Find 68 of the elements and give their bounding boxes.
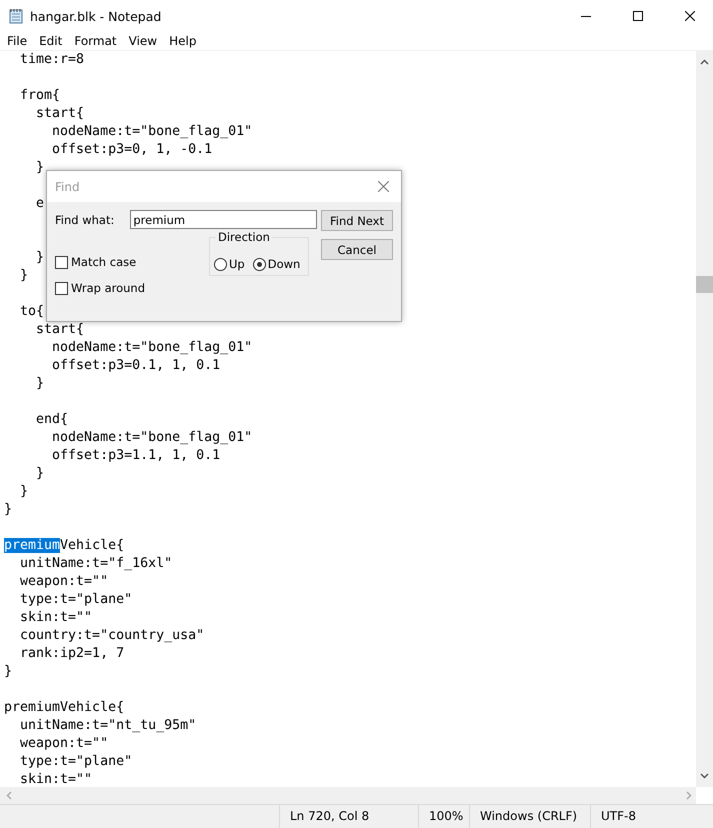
status-text: 100% (418, 805, 469, 828)
code-line: offset:p3=0.1, 1, 0.1 (51, 358, 220, 375)
code-line: premiumVehicle{ (4, 537, 124, 555)
code-line: } (35, 376, 44, 393)
code-line: start{ (35, 322, 84, 339)
code-line: } (4, 502, 12, 519)
code-line: } (35, 249, 44, 267)
code-line: nodeName:t="bone_flag_01" (51, 430, 252, 447)
find-next-button[interactable]: Find Next (321, 210, 393, 231)
code-line: premiumVehicle{ (4, 699, 124, 717)
radio-button[interactable] (214, 258, 227, 270)
checkbox[interactable] (55, 256, 68, 268)
maximize-icon (633, 11, 643, 21)
scroll-down-icon[interactable] (700, 773, 709, 779)
code-line: rank:ip2=1, 7 (19, 646, 124, 663)
code-line: unitName:t="nt_tu_95m" (19, 718, 196, 735)
scroll-right-icon[interactable] (686, 791, 692, 800)
menu-item[interactable]: File (1, 32, 34, 50)
code-line: skin:t="" (19, 610, 92, 627)
code-line: } (4, 664, 12, 681)
menu-item[interactable]: Format (68, 32, 123, 50)
code-line: } (19, 268, 28, 285)
menu-item[interactable]: View (122, 32, 164, 50)
status-text: Windows (CRLF) (469, 805, 590, 828)
code-line: nodeName:t="bone_flag_01" (51, 340, 252, 357)
menu-item[interactable]: Help (163, 32, 202, 50)
scroll-left-icon[interactable] (6, 791, 12, 800)
checkbox-label: Match case (71, 255, 136, 269)
code-line: time:r=8 (19, 52, 84, 69)
code-line: nodeName:t="bone_flag_01" (51, 124, 252, 141)
radio-label: Down (268, 257, 300, 271)
vertical-scrollbar[interactable] (696, 51, 713, 787)
dialog-title: Find (55, 180, 80, 194)
close-icon (685, 11, 695, 21)
cancel-button[interactable]: Cancel (321, 239, 393, 260)
code-line: skin:t="" (19, 772, 92, 787)
code-line: } (35, 466, 44, 483)
direction-label: Direction (216, 230, 272, 244)
checkbox-label: Wrap around (71, 281, 146, 295)
radio-label: Up (229, 257, 245, 271)
code-line: to{ (19, 303, 44, 321)
code-line: country:t="country_usa" (19, 628, 204, 645)
notepad-icon (8, 8, 24, 24)
close-icon (378, 181, 388, 192)
code-line: type:t="plane" (19, 754, 132, 771)
code-line: type:t="plane" (19, 592, 132, 609)
code-line: weapon:t="" (19, 574, 108, 591)
code-line: e (35, 195, 44, 213)
window-title: hangar.blk - Notepad (30, 8, 162, 24)
code-line: end{ (35, 411, 68, 429)
code-line: weapon:t="" (19, 736, 108, 753)
code-line: from{ (19, 87, 60, 105)
code-line: } (35, 160, 44, 177)
find-what-label: Find what: (55, 212, 114, 226)
status-text: Ln 720, Col 8 (279, 805, 418, 828)
scrollbar-thumb[interactable] (696, 276, 713, 292)
code-line: unitName:t="f_16xl" (19, 556, 172, 573)
status-text: UTF-8 (590, 805, 713, 828)
find-what-field[interactable]: premium (130, 210, 317, 229)
radio-button[interactable] (252, 258, 266, 270)
menu-item[interactable]: Edit (33, 32, 68, 50)
code-line: offset:p3=1.1, 1, 0.1 (51, 448, 220, 465)
checkbox[interactable] (55, 282, 68, 294)
scroll-up-icon[interactable] (700, 59, 709, 65)
horizontal-scrollbar[interactable] (0, 787, 696, 804)
code-line: offset:p3=0, 1, -0.1 (51, 142, 212, 159)
code-line: start{ (35, 106, 84, 123)
code-line: } (19, 484, 28, 501)
